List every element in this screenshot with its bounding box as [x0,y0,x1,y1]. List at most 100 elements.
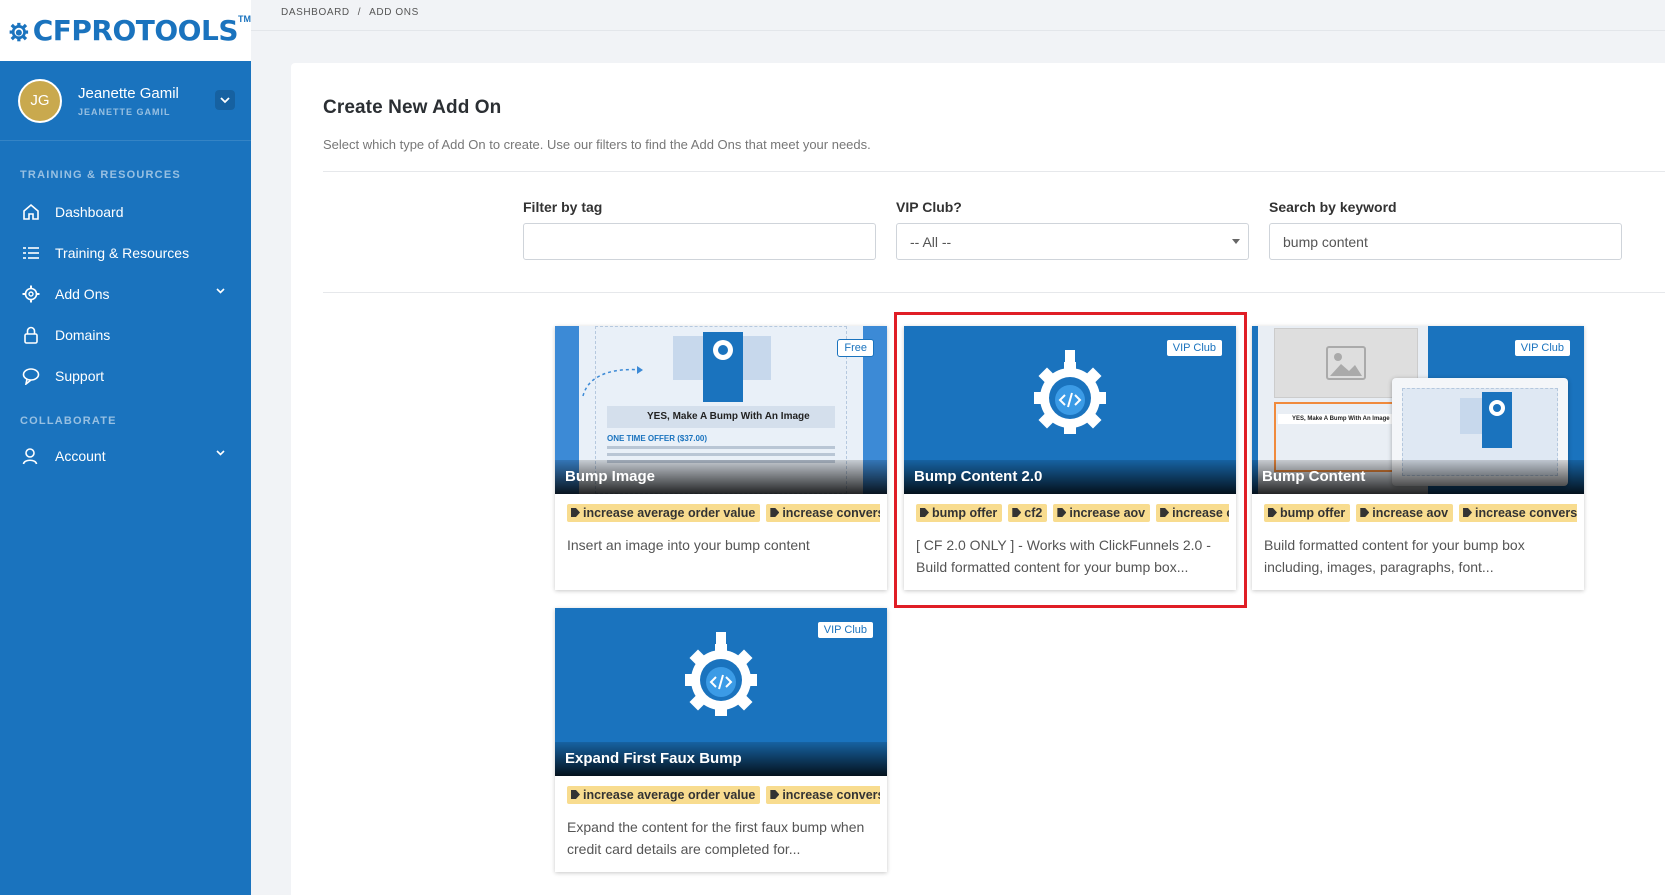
badge-free: Free [837,339,874,357]
addon-card-bump-image[interactable]: YES, Make A Bump With An Image ONE TIME … [555,326,887,590]
tag-label: increase conversions [782,788,880,802]
tag[interactable]: increase average order value [567,786,761,804]
filter-keyword-group: Search by keyword bump content [1269,199,1622,260]
tag[interactable]: increase conversions [766,786,880,804]
tag-list: increase average order value increase co… [567,504,880,526]
tag[interactable]: increase average order value [567,504,761,522]
tag-list: bump offer increase aov increase convers… [1264,504,1577,526]
preview-headline: YES, Make A Bump With An Image [607,406,835,428]
sidebar-item-support[interactable]: Support [0,355,251,396]
product-box-icon [673,332,771,402]
header-divider [251,30,1665,31]
addon-card-title: Bump Content [1252,460,1584,494]
user-menu-toggle[interactable] [215,90,235,110]
tag-label: increase aov [1372,506,1449,520]
tag-icon [1360,508,1370,517]
addon-card-expand-first-faux-bump[interactable]: VIP Club Expand First Faux Bump increase… [555,608,887,872]
tag[interactable]: increase conversions [766,504,880,522]
breadcrumb-dashboard-link[interactable]: DASHBOARD [281,7,350,18]
sidebar-item-label: Account [55,447,106,464]
sidebar-item-training[interactable]: Training & Resources [0,232,251,273]
preview-offer: ONE TIME OFFER ($37.00) [607,434,708,443]
addon-card-description: Insert an image into your bump content [567,537,810,553]
sidebar-item-label: Add Ons [55,285,110,302]
tag-icon [1463,508,1473,517]
home-icon [20,201,42,223]
chevron-down-icon [220,96,230,103]
addon-card-title: Expand First Faux Bump [555,742,887,776]
addon-card-bump-content[interactable]: YES, Make A Bump With An Image VIP Club … [1252,326,1584,590]
user-info: Jeanette Gamil JEANETTE GAMIL [78,85,179,117]
tag[interactable]: increase conversions [1459,504,1577,522]
section-label-collaborate: COLLABORATE [20,415,117,427]
tag-icon [571,508,580,517]
user-name: Jeanette Gamil [78,84,179,102]
badge-vip-club: VIP Club [1513,339,1571,357]
sidebar-item-label: Support [55,367,105,384]
filter-tag-input[interactable] [523,223,876,260]
divider [323,171,1665,172]
breadcrumb: DASHBOARD / ADD ONS [281,7,419,18]
dashed-arrow-icon [582,366,643,397]
flask-gear-icon [685,632,757,716]
addon-card-description: Expand the content for the first faux bu… [567,819,865,857]
sidebar-item-label: Dashboard [55,203,124,220]
divider [323,292,1665,293]
filter-tag-group: Filter by tag [523,199,876,260]
badge-vip-club: VIP Club [816,621,874,639]
filter-vip-value: -- All -- [910,233,952,250]
chevron-down-icon [216,448,225,459]
brand-trademark: TM [238,14,251,24]
tag-icon [1268,508,1277,517]
breadcrumb-current: ADD ONS [369,7,419,18]
addon-preview-image: YES, Make A Bump With An Image VIP Club … [1252,326,1584,494]
sidebar-item-add-ons[interactable]: Add Ons [0,273,251,314]
tag-icon [770,790,780,799]
breadcrumb-separator: / [357,7,362,18]
sidebar: CFPROTOOLS TM JG Jeanette Gamil JEANETTE… [0,0,251,895]
addon-card-description: Build formatted content for your bump bo… [1264,537,1525,575]
filter-keyword-label: Search by keyword [1269,199,1397,215]
tag-label: increase conversions [1475,506,1577,520]
search-input[interactable]: bump content [1269,223,1622,260]
filter-vip-label: VIP Club? [896,199,962,215]
tag-label: increase average order value [583,788,756,802]
sidebar-item-dashboard[interactable]: Dashboard [0,191,251,232]
gear-icon [20,283,42,305]
page-subtitle: Select which type of Add On to create. U… [323,137,871,152]
image-placeholder-icon [1326,346,1366,380]
section-label-training: TRAINING & RESOURCES [20,169,181,181]
sidebar-item-label: Domains [55,326,111,343]
page-title: Create New Add On [323,97,502,118]
list-icon [20,242,42,264]
sidebar-item-account[interactable]: Account [0,435,251,476]
addon-preview-image: YES, Make A Bump With An Image ONE TIME … [555,326,887,494]
addon-card-title: Bump Image [555,460,887,494]
brand-logo[interactable]: CFPROTOOLS TM [0,0,251,61]
sidebar-item-domains[interactable]: Domains [0,314,251,355]
chat-icon [20,365,42,387]
sidebar-item-label: Training & Resources [55,244,190,261]
tag-icon [770,508,780,517]
filter-tag-label: Filter by tag [523,199,603,215]
tag[interactable]: bump offer [1264,504,1351,522]
caret-down-icon [1232,239,1240,244]
tag-label: increase average order value [583,506,756,520]
avatar[interactable]: JG [18,78,62,123]
tag-label: bump offer [1280,506,1346,520]
filter-vip-select[interactable]: -- All -- [896,223,1249,260]
chevron-down-icon [216,286,225,297]
user-subname: JEANETTE GAMIL [78,106,171,117]
user-icon [20,445,42,467]
filter-vip-group: VIP Club? -- All -- [896,199,1249,260]
tag-icon [571,790,580,799]
selection-highlight [894,312,1247,608]
brand-name: CFPROTOOLS [32,14,239,47]
tag-label: increase conversions [782,506,880,520]
addon-preview-image: VIP Club Expand First Faux Bump [555,608,887,776]
flask-gear-icon [9,22,29,41]
product-box-icon [1460,392,1512,448]
lock-icon [20,324,42,346]
tag[interactable]: increase aov [1356,504,1454,522]
user-panel[interactable]: JG Jeanette Gamil JEANETTE GAMIL [0,61,251,141]
